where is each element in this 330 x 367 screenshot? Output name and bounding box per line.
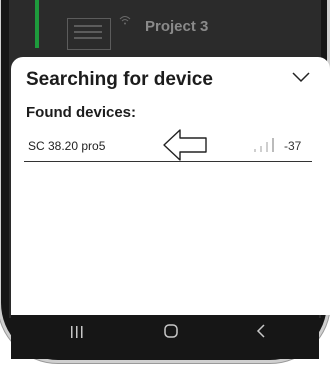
sheet-title: Searching for device bbox=[26, 69, 213, 90]
device-name: SC 38.20 pro5 bbox=[28, 139, 106, 153]
left-arrow-pointer-icon bbox=[162, 128, 210, 167]
device-rssi: -37 bbox=[284, 139, 302, 153]
project-row[interactable]: Project 3 bbox=[9, 0, 321, 50]
recents-icon[interactable] bbox=[57, 323, 97, 344]
found-devices-label: Found devices: bbox=[26, 104, 137, 121]
signal-bars-icon bbox=[254, 138, 278, 152]
device-thumbnail bbox=[67, 18, 111, 50]
home-icon[interactable] bbox=[151, 323, 191, 344]
chevron-down-icon[interactable] bbox=[292, 70, 310, 88]
active-indicator bbox=[35, 0, 39, 48]
device-search-sheet bbox=[11, 57, 330, 315]
system-navigation-bar bbox=[11, 315, 319, 359]
project-title: Project 3 bbox=[145, 18, 209, 35]
wifi-icon bbox=[119, 14, 131, 28]
back-icon[interactable] bbox=[241, 323, 281, 344]
